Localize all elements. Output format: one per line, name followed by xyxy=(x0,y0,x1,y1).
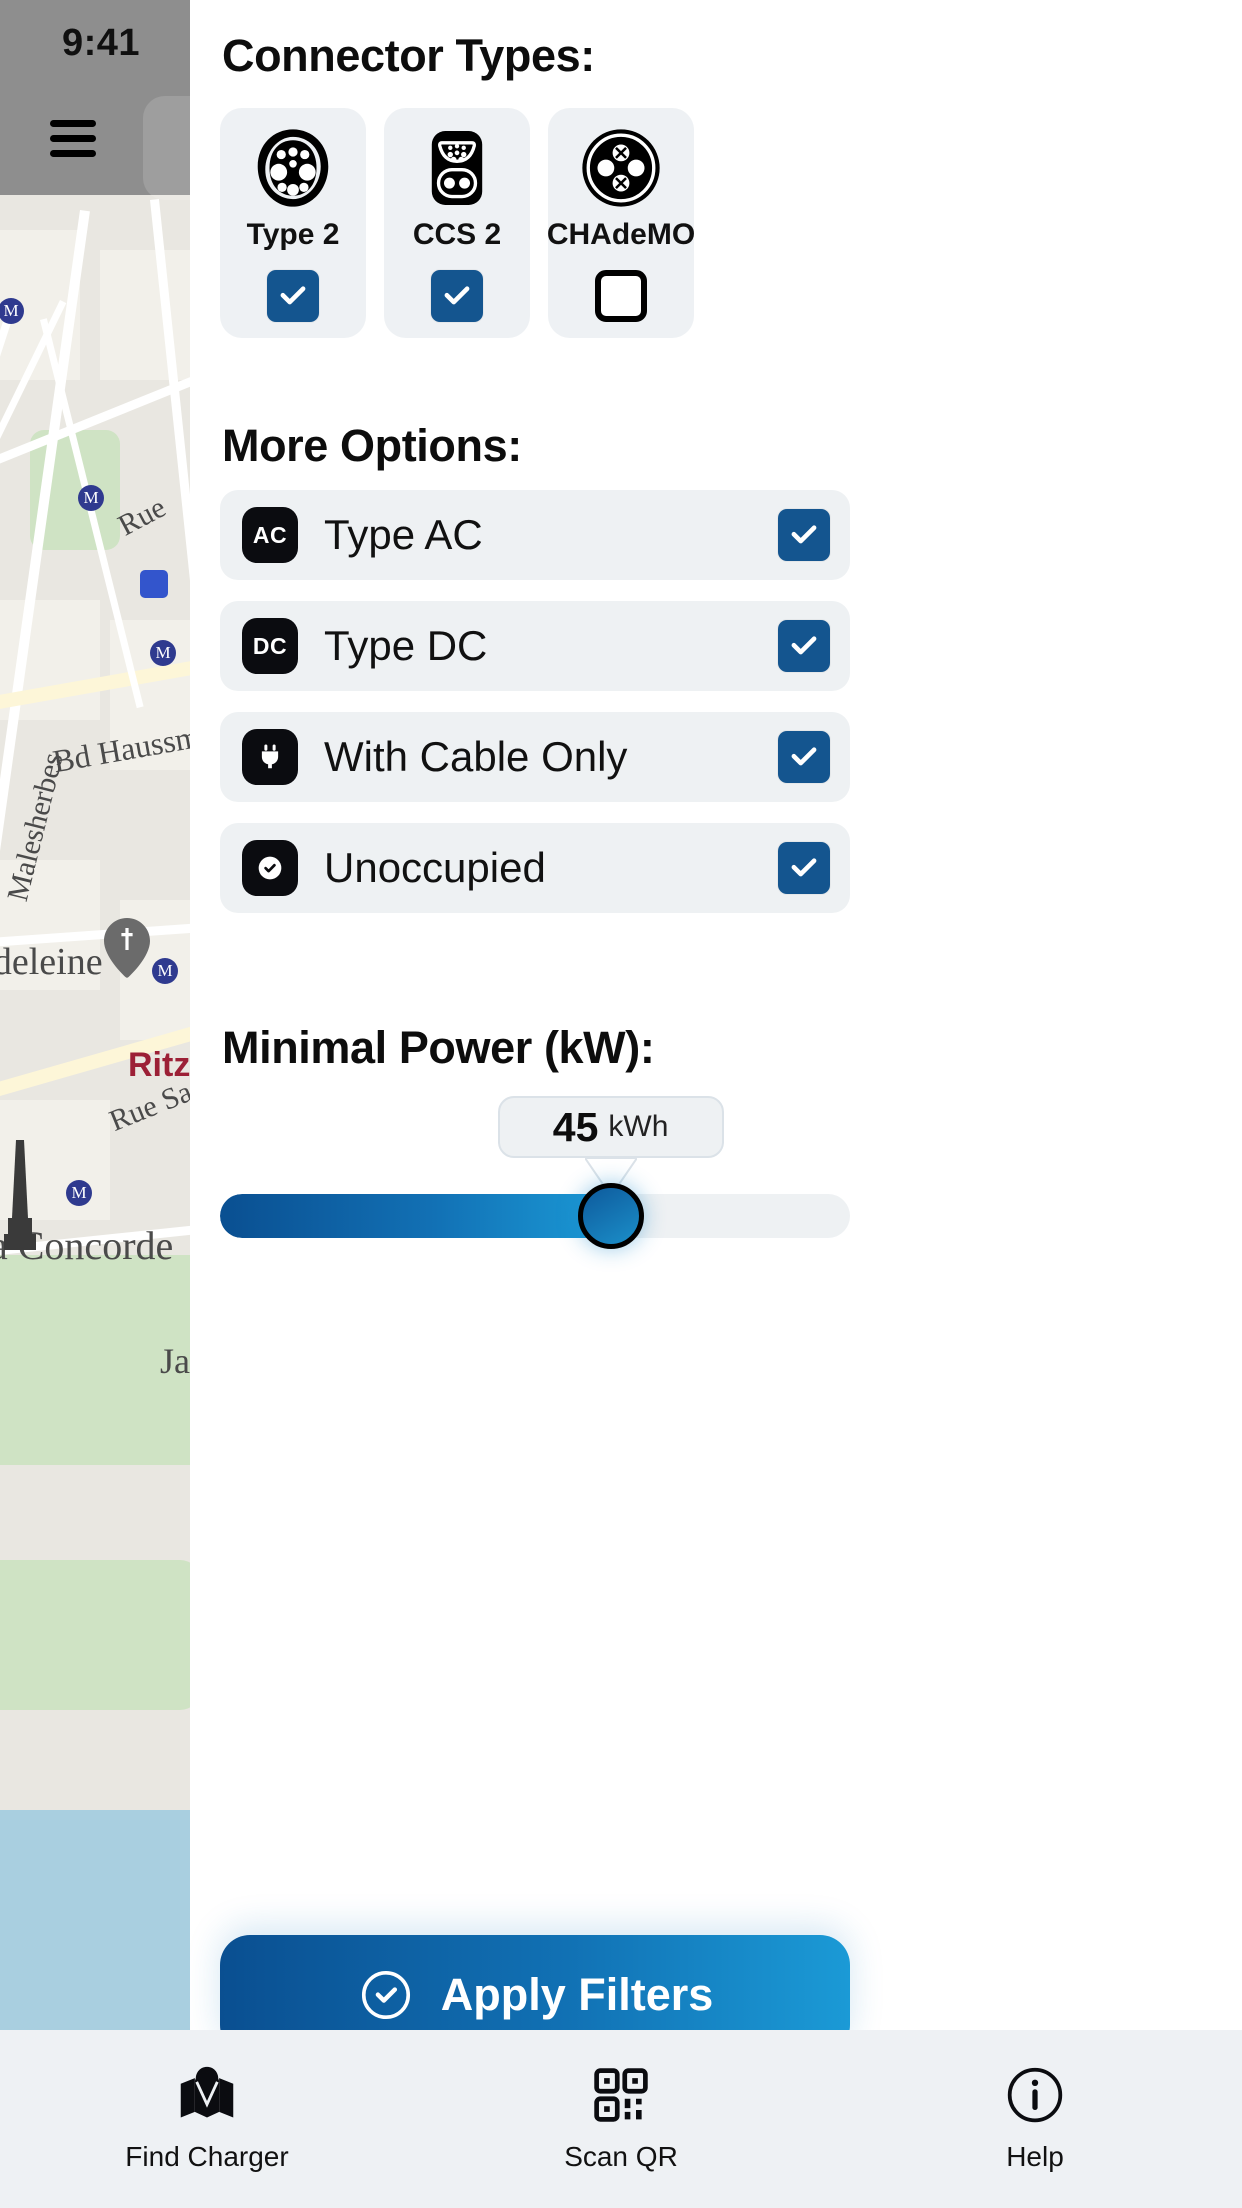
option-checkbox-with-cable-only[interactable] xyxy=(778,731,830,783)
hamburger-menu-icon[interactable] xyxy=(50,120,96,158)
option-label: With Cable Only xyxy=(324,733,628,780)
tab-label: Scan QR xyxy=(564,2141,678,2172)
power-slider-thumb[interactable] xyxy=(577,1183,644,1249)
connector-types-heading: Connector Types: xyxy=(222,30,595,81)
check-icon xyxy=(444,286,470,305)
connector-card-label: CCS 2 xyxy=(412,218,502,251)
status-bar-time: 9:41 xyxy=(62,22,141,64)
option-label: Unoccupied xyxy=(324,844,546,891)
tab-scan-qr[interactable]: Scan QR xyxy=(414,2030,828,2208)
apply-filters-label: Apply Filters xyxy=(440,1969,714,2020)
check-icon xyxy=(791,858,817,877)
check-circle-icon xyxy=(361,1970,410,2020)
map-label: adeleine xyxy=(0,941,103,983)
tab-label: Help xyxy=(1006,2141,1064,2172)
map-icon xyxy=(180,2066,234,2118)
plug-icon-badge xyxy=(242,729,298,785)
header-pill xyxy=(143,96,190,200)
map-label: Ja xyxy=(160,1341,190,1381)
map-metro-badge[interactable]: M xyxy=(66,1180,92,1206)
check-icon xyxy=(791,525,817,544)
map-train-badge[interactable] xyxy=(140,570,168,598)
qr-code-icon xyxy=(594,2068,648,2122)
chademo-connector-icon xyxy=(582,129,660,207)
apply-filters-button[interactable]: Apply Filters xyxy=(220,1935,850,2030)
power-slider-value: 45 xyxy=(552,1103,599,1150)
app-screen: Rue Bd Haussman Malesherbes adeleine Rit… xyxy=(0,0,1242,2208)
minimal-power-heading: Minimal Power (kW): xyxy=(222,1022,655,1073)
plug-icon xyxy=(261,744,279,769)
connector-card-chademo[interactable]: CHAdeMO xyxy=(546,108,696,338)
tab-help[interactable]: Help xyxy=(828,2030,1242,2208)
connector-card-label: Type 2 xyxy=(246,218,340,251)
map-background[interactable]: Rue Bd Haussman Malesherbes adeleine Rit… xyxy=(0,0,190,2030)
map-metro-badge[interactable]: M xyxy=(78,485,104,511)
tab-find-charger[interactable]: Find Charger xyxy=(0,2030,414,2208)
connector-card-type2[interactable]: Type 2 xyxy=(220,108,366,338)
more-options-heading: More Options: xyxy=(222,420,522,471)
power-slider-unit: kWh xyxy=(608,1110,669,1143)
power-slider-value-bubble: 45 kWh xyxy=(497,1096,724,1158)
connector-checkbox-chademo[interactable] xyxy=(595,270,647,322)
info-circle-icon xyxy=(1007,2067,1063,2123)
map-church-pin[interactable] xyxy=(104,918,150,978)
bottom-tab-bar: Find Charger Scan QR Help xyxy=(0,2030,1242,2208)
connector-card-label: CHAdeMO xyxy=(546,218,696,251)
dc-badge-icon: DC xyxy=(242,618,298,674)
dc-badge-text: DC xyxy=(252,632,288,659)
power-slider-track[interactable] xyxy=(220,1194,850,1238)
check-circle-icon-badge xyxy=(242,840,298,896)
option-row-type-ac[interactable]: AC Type AC xyxy=(220,490,850,580)
obelisk-icon xyxy=(4,1140,36,1250)
check-icon xyxy=(791,636,817,655)
map-water xyxy=(0,1810,190,2030)
option-label: Type AC xyxy=(324,511,483,558)
option-row-unoccupied[interactable]: Unoccupied xyxy=(220,823,850,913)
connector-checkbox-type2[interactable] xyxy=(267,270,319,322)
ccs2-connector-icon xyxy=(431,131,483,205)
map-park xyxy=(0,1560,190,1710)
map-block xyxy=(100,250,190,380)
connector-cards-row: Type 2 CCS 2 CHAdeMO xyxy=(220,108,696,338)
filters-panel: Connector Types: Type 2 CCS 2 CHAdeMO Mo… xyxy=(190,0,1242,2030)
option-checkbox-type-ac[interactable] xyxy=(778,509,830,561)
map-metro-badge[interactable]: M xyxy=(152,958,178,984)
connector-checkbox-ccs2[interactable] xyxy=(431,270,483,322)
option-checkbox-type-dc[interactable] xyxy=(778,620,830,672)
option-row-type-dc[interactable]: DC Type DC xyxy=(220,601,850,691)
power-slider-fill xyxy=(220,1194,611,1238)
option-checkbox-unoccupied[interactable] xyxy=(778,842,830,894)
ac-badge-text: AC xyxy=(252,521,288,548)
option-row-with-cable-only[interactable]: With Cable Only xyxy=(220,712,850,802)
check-icon xyxy=(280,286,306,305)
check-icon xyxy=(791,747,817,766)
map-metro-badge[interactable]: M xyxy=(150,640,176,666)
map-header-overlay: 9:41 xyxy=(0,0,190,200)
tab-label: Find Charger xyxy=(125,2141,289,2172)
option-label: Type DC xyxy=(324,622,488,669)
ac-badge-icon: AC xyxy=(242,507,298,563)
connector-card-ccs2[interactable]: CCS 2 xyxy=(384,108,530,338)
type2-connector-icon xyxy=(257,129,329,207)
check-circle-icon xyxy=(258,856,282,880)
more-options-list: AC Type AC DC Type DC With Cable Only Un… xyxy=(220,490,850,934)
